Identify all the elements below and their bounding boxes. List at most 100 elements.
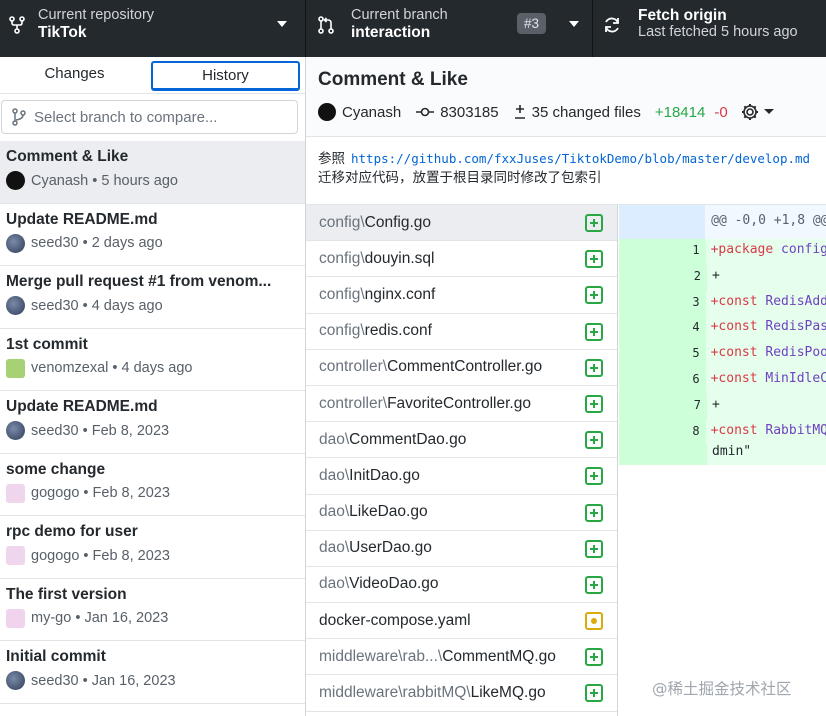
commit-list-item-title: Update README.md [6, 210, 158, 228]
commit-list-item-time: 4 days ago [121, 360, 193, 376]
branch-compare-input[interactable] [34, 108, 284, 126]
fetch-origin-button[interactable]: Fetch origin Last fetched 5 hours ago [593, 0, 826, 57]
changed-file-item[interactable]: dao\UserDao.go [306, 531, 617, 567]
file-dir: middleware\rab...\ [319, 647, 443, 665]
file-dir: controller\ [319, 394, 388, 412]
commit-list-item[interactable]: Comment & Like Cyanash • 5 hours ago [0, 141, 305, 204]
commit-list-item-title: 1st commit [6, 335, 88, 353]
commit-meta: Cyanash 8303185 35 changed files +18414 … [318, 102, 826, 122]
changed-file-item[interactable]: controller\CommentController.go [306, 350, 617, 386]
changed-file-item[interactable]: dao\LikeDao.go [306, 495, 617, 531]
file-path: config\douyin.sql [319, 250, 434, 268]
commit-description-link[interactable]: https://github.com/fxxJuses/TiktokDemo/b… [351, 151, 810, 166]
diff-gutter-old [619, 316, 663, 343]
changed-file-list: config\Config.go config\douyin.sql config\… [306, 205, 618, 716]
commit-list-item-author: seed30 [31, 422, 79, 439]
diff-line[interactable]: 4 +const RedisPas [619, 316, 826, 343]
diff-gutter-old [619, 342, 663, 368]
changed-file-item[interactable]: docker-compose.yaml [306, 603, 617, 640]
commit-list-item-title: Merge pull request #1 from venom... [6, 273, 272, 290]
avatar [6, 671, 25, 690]
commit-author: Cyanash [318, 103, 401, 121]
bullet-separator: • [78, 235, 92, 251]
repository-selector[interactable]: Current repository TikTok [0, 0, 306, 57]
commit-list-item-time: 4 days ago [91, 297, 163, 314]
file-modified-icon [585, 612, 603, 631]
changed-file-item[interactable]: dao\InitDao.go [306, 458, 617, 495]
changed-file-item[interactable]: config\Config.go [306, 205, 617, 242]
commit-list-item[interactable]: some change gogogo • Feb 8, 2023 [0, 454, 305, 516]
file-dir: dao\ [319, 503, 350, 521]
file-path: config\nginx.conf [319, 286, 435, 304]
diff-gutter-old [619, 264, 663, 291]
file-name: LikeMQ.go [470, 684, 546, 702]
diff-keyword: +const [710, 422, 758, 438]
changed-file-item[interactable]: config\nginx.conf [306, 277, 617, 314]
file-name: CommentMQ.go [442, 647, 556, 665]
diff-line[interactable]: 5 +const RedisPoo [619, 342, 826, 368]
tab-changes[interactable]: Changes [0, 57, 149, 93]
diff-line-code: +package config [706, 239, 826, 265]
diff-line-number: 4 [662, 316, 706, 343]
gear-icon [741, 104, 758, 120]
diff-line[interactable]: 2 + [619, 264, 826, 291]
file-added-icon [585, 322, 603, 341]
commit-list-item-author: gogogo [31, 547, 80, 564]
commit-list-item[interactable]: Update README.md seed30 • 2 days ago [0, 204, 305, 266]
bullet-separator: • [108, 360, 122, 376]
diff-line[interactable]: 8 +const RabbitMQ [619, 419, 826, 446]
changed-file-item[interactable]: middleware\rab...\CommentMQ.go [306, 639, 617, 676]
diff-line[interactable]: 6 +const MinIdleC [619, 367, 826, 394]
commit-list-item[interactable]: rpc demo for user gogogo • Feb 8, 2023 [0, 516, 305, 579]
diff-line-continuation: dmin" [619, 445, 826, 466]
changed-file-item[interactable]: middleware\rabbitMQ\LikeMQ.go [306, 675, 617, 712]
commit-list-item[interactable]: Merge pull request #1 from venom... seed3… [0, 266, 305, 329]
changed-file-item[interactable]: controller\FavoriteController.go [306, 386, 617, 423]
commit-list-item[interactable]: Update README.md seed30 • Feb 8, 2023 [0, 391, 305, 454]
commit-list-item-title: rpc demo for user [6, 523, 138, 540]
file-added-icon [585, 431, 603, 450]
commit-list-item-author: seed30 [31, 235, 79, 251]
diff-identifier: RedisAdd [757, 293, 826, 309]
file-dir: controller\ [319, 358, 388, 376]
diff-line-number: 6 [662, 367, 706, 394]
repo-fork-icon [9, 16, 25, 34]
git-commit-icon [416, 107, 435, 117]
commit-list-item[interactable]: The first version my-go • Jan 16, 2023 [0, 579, 305, 641]
commit-list-item[interactable]: 1st commit venomzexal • 4 days ago [0, 329, 305, 391]
file-dir: dao\ [319, 539, 350, 557]
diff-gutter-old [619, 419, 663, 446]
diff-keyword: +const [710, 293, 758, 309]
diff-line[interactable]: 7 + [619, 393, 826, 420]
avatar [318, 103, 336, 121]
commit-list-item-author: venomzexal [31, 360, 109, 376]
diff-view: @@ -0,0 +1,8 @@ 1 +package config 2 +3 +cons… [619, 205, 826, 466]
chevron-down-icon [277, 21, 287, 27]
avatar [6, 608, 25, 628]
diff-line[interactable]: 3 +const RedisAdd [619, 290, 826, 317]
bullet-separator: • [78, 422, 92, 439]
diff-keyword: +const [710, 345, 758, 361]
file-added-icon [585, 684, 603, 703]
diff-line-code: +const RedisAdd [706, 291, 826, 317]
file-path: dao\InitDao.go [319, 467, 420, 485]
branch-selector[interactable]: Current branch interaction #3 [306, 0, 593, 57]
commit-list-item[interactable]: Initial commit seed30 • Jan 16, 2023 [0, 641, 305, 704]
changed-file-item[interactable]: config\redis.conf [306, 314, 617, 350]
changed-file-item[interactable]: dao\CommentDao.go [306, 422, 617, 459]
file-path: dao\LikeDao.go [319, 503, 428, 521]
branch-compare-field[interactable] [1, 100, 298, 134]
diff-identifier: config [773, 242, 826, 257]
file-name: nginx.conf [364, 285, 436, 303]
changed-file-item[interactable]: dao\VideoDao.go [306, 567, 617, 604]
commit-sha[interactable]: 8303185 [415, 104, 499, 121]
diff-gutter-new [663, 445, 707, 466]
diff-line[interactable]: 1 +package config [619, 239, 826, 265]
file-path: controller\FavoriteController.go [319, 395, 531, 413]
changed-file-item[interactable]: config\douyin.sql [306, 241, 617, 278]
diff-settings-button[interactable] [740, 102, 774, 122]
commit-list-item-meta: seed30 • Feb 8, 2023 [6, 421, 299, 440]
pull-request-icon [318, 16, 334, 34]
tab-history[interactable]: History [150, 61, 300, 91]
file-name: docker-compose.yaml [319, 611, 471, 629]
